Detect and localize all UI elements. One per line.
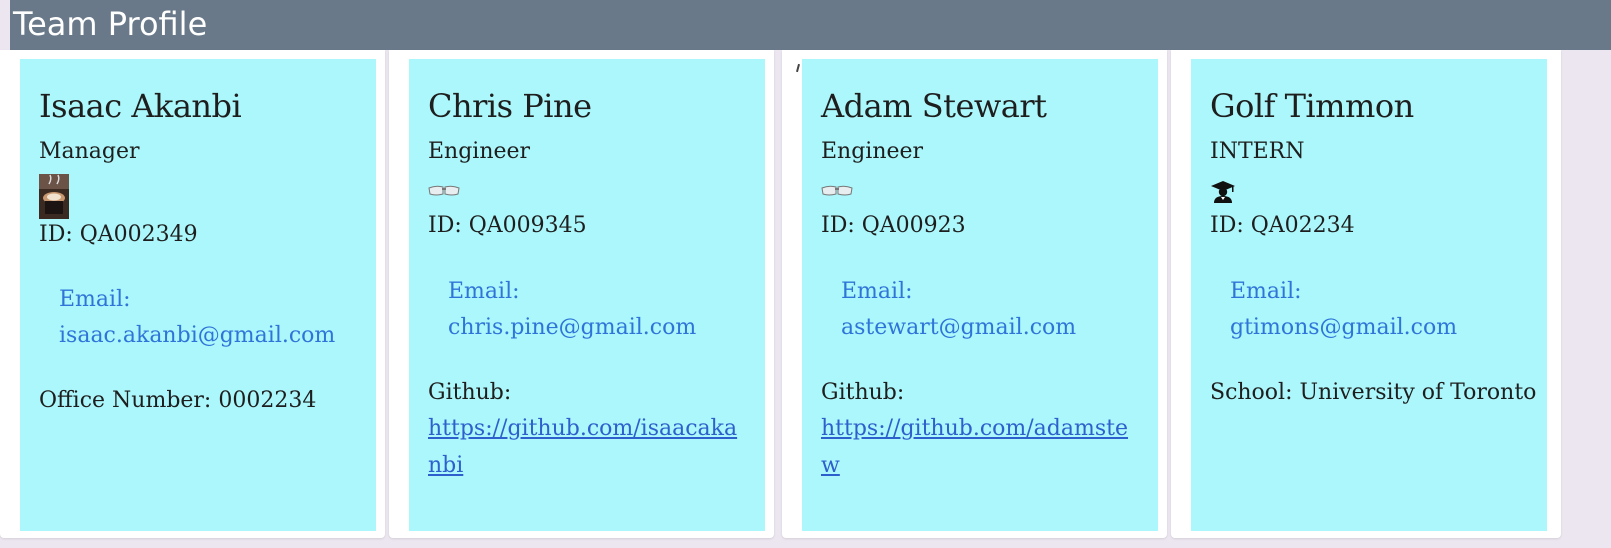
email-link[interactable]: chris.pine@gmail.com bbox=[448, 315, 696, 340]
employee-role: INTERN bbox=[1210, 139, 1305, 164]
school: School: University of Toronto bbox=[1210, 380, 1537, 405]
employee-role: Manager bbox=[39, 139, 140, 164]
page-header: Team Profile bbox=[10, 0, 1611, 50]
employee-role: Engineer bbox=[428, 139, 531, 164]
email-label: Email: bbox=[841, 279, 913, 304]
email-link[interactable]: isaac.akanbi@gmail.com bbox=[59, 323, 335, 348]
safety-glasses-icon bbox=[428, 183, 460, 203]
employee-name: Golf Timmon bbox=[1210, 87, 1414, 125]
email-label: Email: bbox=[59, 287, 131, 312]
email-link[interactable]: gtimons@gmail.com bbox=[1230, 315, 1457, 340]
employee-card-manager: Isaac Akanbi Manager ID: QA002349 Email:… bbox=[20, 59, 376, 531]
employee-card-engineer-2: Adam Stewart Engineer ID: QA00923 Email:… bbox=[802, 59, 1158, 531]
office-number: Office Number: 0002234 bbox=[39, 388, 317, 413]
coffee-cup-photo-icon bbox=[39, 174, 69, 223]
graduate-icon bbox=[1210, 180, 1236, 208]
employee-card-intern: Golf Timmon INTERN ID: QA02234 Email: gt… bbox=[1191, 59, 1547, 531]
employee-id: ID: QA009345 bbox=[428, 213, 587, 238]
safety-glasses-icon bbox=[821, 183, 853, 203]
github-link[interactable]: https://github.com/isaacakanbi bbox=[428, 410, 738, 484]
github-label: Github: bbox=[821, 380, 905, 405]
employee-name: Adam Stewart bbox=[821, 87, 1047, 125]
page-title: Team Profile bbox=[13, 5, 208, 43]
employee-id: ID: QA002349 bbox=[39, 222, 198, 247]
employee-id: ID: QA00923 bbox=[821, 213, 966, 238]
email-label: Email: bbox=[448, 279, 520, 304]
employee-role: Engineer bbox=[821, 139, 924, 164]
left-strip bbox=[0, 0, 10, 50]
email-label: Email: bbox=[1230, 279, 1302, 304]
employee-id: ID: QA02234 bbox=[1210, 213, 1355, 238]
employee-card-engineer-1: Chris Pine Engineer ID: QA009345 Email: … bbox=[409, 59, 765, 531]
employee-name: Isaac Akanbi bbox=[39, 87, 242, 125]
email-link[interactable]: astewart@gmail.com bbox=[841, 315, 1076, 340]
github-link[interactable]: https://github.com/adamstew bbox=[821, 410, 1131, 484]
github-label: Github: bbox=[428, 380, 512, 405]
page: Team Profile Isaac Akanbi Manager ID: QA… bbox=[0, 0, 1611, 548]
employee-name: Chris Pine bbox=[428, 87, 592, 125]
